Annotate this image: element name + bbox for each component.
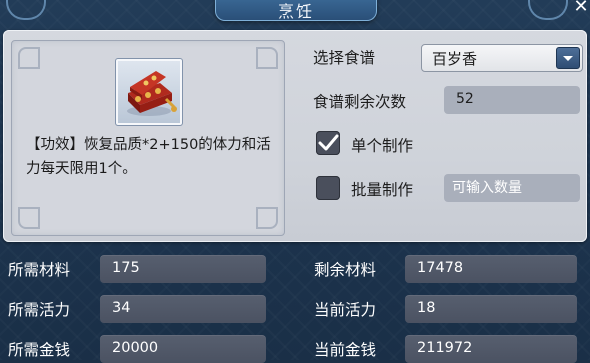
window-title: 烹饪: [277, 2, 314, 21]
item-description-box: 【功效】恢复品质*2+150的体力和活力每天限用1个。: [11, 40, 285, 236]
select-recipe-label: 选择食谱: [313, 49, 376, 67]
vigor-needed-field: 34: [100, 295, 266, 323]
item-effect-text: 【功效】恢复品质*2+150的体力和活力每天限用1个。: [26, 137, 271, 177]
title-ornament-left: [6, 0, 46, 20]
title-tab: 烹饪: [215, 0, 377, 21]
recipe-select[interactable]: 百岁香: [421, 44, 583, 72]
title-bar: 烹饪 ✕: [0, 0, 590, 24]
money-needed-label: 所需金钱: [8, 341, 71, 359]
batch-craft-label[interactable]: 批量制作: [351, 178, 413, 200]
money-needed-value: 20000: [112, 340, 159, 356]
cooking-window: 烹饪 ✕ 【功效】恢复品质*2+150的体力和活力每天限用1个。 选择食谱 百岁…: [0, 0, 590, 363]
materials-needed-label: 所需材料: [8, 261, 71, 279]
batch-quantity-field[interactable]: [444, 174, 580, 202]
batch-craft-checkbox[interactable]: [316, 176, 340, 200]
vigor-current-field: 18: [405, 295, 577, 323]
vigor-needed-value: 34: [112, 300, 131, 316]
vigor-needed-label: 所需活力: [8, 301, 71, 319]
treasure-chest-dish-icon[interactable]: [115, 58, 183, 126]
recipe-panel: 【功效】恢复品质*2+150的体力和活力每天限用1个。 选择食谱 百岁香 食谱剩…: [3, 30, 587, 242]
vigor-current-label: 当前活力: [314, 301, 377, 319]
money-needed-field: 20000: [100, 335, 266, 363]
chevron-down-icon[interactable]: [556, 47, 580, 69]
single-craft-checkbox[interactable]: [316, 131, 340, 155]
money-current-field: 211972: [405, 335, 577, 363]
money-current-label: 当前金钱: [314, 341, 377, 359]
materials-needed-field: 175: [100, 255, 266, 283]
recipe-remaining-value: 52: [456, 91, 474, 107]
checkmark-icon: [318, 134, 339, 151]
recipe-select-value: 百岁香: [432, 50, 478, 68]
frame-corner: [18, 207, 40, 229]
frame-corner: [18, 47, 40, 69]
money-current-value: 211972: [417, 340, 473, 356]
materials-left-label: 剩余材料: [314, 261, 377, 279]
recipe-remaining-field: 52: [444, 86, 580, 114]
materials-left-value: 17478: [417, 260, 464, 276]
recipe-remaining-label: 食谱剩余次数: [313, 93, 407, 111]
batch-quantity-input[interactable]: [444, 174, 580, 202]
frame-corner: [256, 207, 278, 229]
frame-corner: [256, 47, 278, 69]
title-ornament-right: [528, 0, 568, 20]
single-craft-label[interactable]: 单个制作: [351, 134, 413, 156]
materials-left-field: 17478: [405, 255, 577, 283]
materials-needed-value: 175: [112, 260, 140, 276]
close-icon[interactable]: ✕: [572, 0, 590, 16]
vigor-current-value: 18: [417, 300, 436, 316]
